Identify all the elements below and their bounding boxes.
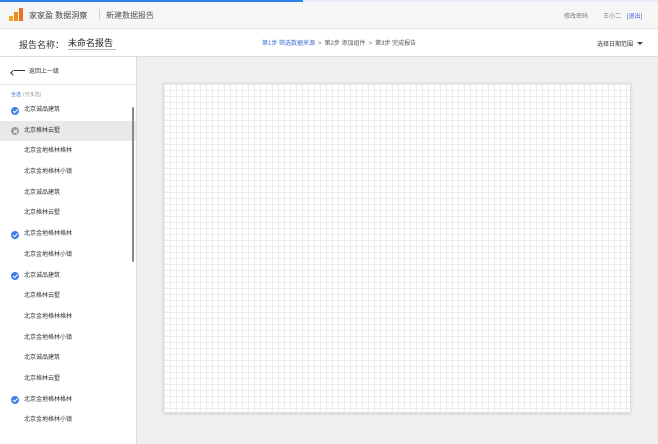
list-item[interactable]: 北京格林云墅 [0,369,136,390]
list-item[interactable]: 北京诚品建筑 [0,266,136,287]
check-circle-icon [11,230,19,239]
loading-bar [0,0,658,2]
step-separator: > [368,41,373,47]
report-name-input[interactable] [68,36,116,50]
list-item[interactable]: 北京金地格林小镇 [0,245,136,266]
list-item[interactable]: 北京金地格林小镇 [0,328,136,349]
loading-bar-fill [0,0,303,2]
list-item-label: 北京诚品建筑 [24,189,61,196]
data-source-list: 北京诚品建筑 北京格林云墅 北京金地格林格林 北京金地格林小镇 北京诚品建筑 北京格林云墅… [0,100,136,431]
remove-circle-icon[interactable] [11,127,19,136]
top-header: 家家盈 数据洞察 新建数据报告 修改密码 王小二 [退出] [0,0,658,29]
list-item-label: 北京诚品建筑 [24,107,61,113]
caret-down-icon [637,42,644,45]
list-item[interactable]: 北京诚品建筑 [0,348,136,369]
report-canvas[interactable] [163,83,631,413]
list-item[interactable]: 北京金地格林格林 [0,224,136,245]
header-divider [99,9,100,20]
list-item-label: 北京格林云墅 [24,127,61,134]
step-3[interactable]: 第3步 完成报告 [375,41,416,47]
report-toolbar: 报告名称： 第1步 筛选数据来源>第2步 添加组件>第3步 完成报告 选择日期范… [0,29,658,57]
sidebar-divider [0,84,137,85]
date-range-label: 选择日期范围 [597,42,634,48]
list-item[interactable]: 北京金地格林小镇 [0,162,136,183]
step-2[interactable]: 第2步 添加组件 [325,41,366,47]
step-1[interactable]: 第1步 筛选数据来源 [262,41,315,47]
select-all-link[interactable]: 全选 [11,92,21,98]
step-separator: > [318,41,322,47]
step-indicator: 第1步 筛选数据来源 > 第2步 添加组件 > 第3步 完成报告 [262,38,416,47]
list-item[interactable]: 北京金地格林格林 [0,390,136,411]
list-item[interactable]: 北京格林云墅 [0,203,136,224]
change-password-link[interactable]: 修改密码 [564,11,588,20]
logout-link[interactable]: [退出] [627,11,642,20]
list-item-label: 北京金地格林小镇 [24,251,73,258]
list-item[interactable]: 北京格林云墅 [0,286,136,307]
date-range-dropdown[interactable]: 选择日期范围 [597,39,644,48]
multi-select-hint: (可多选) [23,92,42,98]
list-item-label: 北京格林云墅 [24,210,61,217]
list-item[interactable]: 北京诚品建筑 [0,100,136,121]
page-title: 新建数据报告 [106,11,154,20]
check-circle-icon [11,396,19,405]
brand-logo-icon [9,8,23,21]
list-item-label: 北京金地格林格林 [24,231,73,238]
arrow-left-icon [12,68,25,73]
list-item[interactable]: 北京金地格林格林 [0,141,136,162]
username: 王小二 [603,14,622,20]
list-item-label: 北京金地格林小镇 [24,169,73,176]
select-all-row: 全选 (可多选) [11,91,41,98]
list-item[interactable]: 北京格林云墅 [0,120,136,142]
list-item-label: 北京金地格林格林 [24,396,73,403]
list-item-label: 北京格林云墅 [24,375,61,382]
brand-name: 家家盈 数据洞察 [29,11,88,20]
sidebar-scrollbar[interactable] [132,107,134,262]
list-item-label: 北京金地格林小镇 [24,334,73,341]
list-item[interactable]: 北京诚品建筑 [0,183,136,204]
back-button[interactable]: 返回上一级 [12,66,59,75]
list-item-label: 北京金地格林格林 [24,313,73,320]
back-label: 返回上一级 [29,69,60,75]
list-item-label: 北京诚品建筑 [24,355,61,362]
check-circle-icon [11,272,19,280]
list-item-label: 北京金地格林格林 [24,148,73,155]
list-item[interactable]: 北京金地格林小镇 [0,410,136,431]
main-workspace [137,57,658,444]
list-item-label: 北京金地格林小镇 [24,417,73,424]
list-item-label: 北京格林云墅 [24,293,61,300]
list-item-label: 北京诚品建筑 [24,272,61,279]
data-source-sidebar: 返回上一级 全选 (可多选) 北京诚品建筑 北京格林云墅 北京金地格林格林 北京金地格林… [0,57,137,444]
report-name-label: 报告名称： [19,40,65,50]
list-item[interactable]: 北京金地格林格林 [0,307,136,328]
check-circle-icon [11,106,19,115]
